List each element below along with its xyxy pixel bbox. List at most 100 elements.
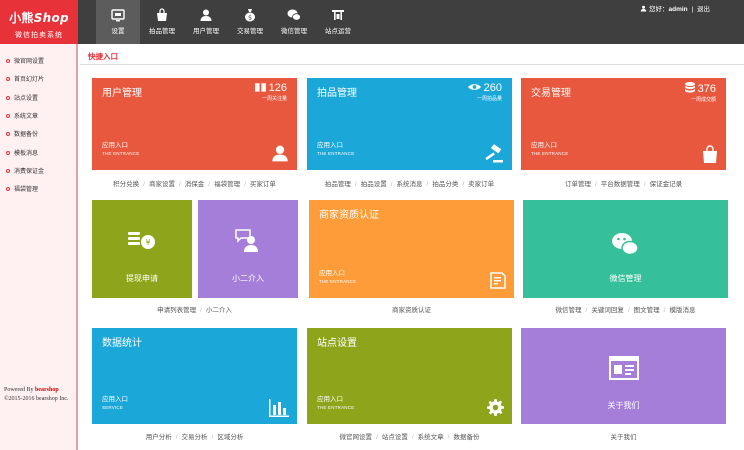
tile-entrance: 应用入口 THE ENTRANCE — [317, 142, 354, 158]
quick-link[interactable]: 消保金 — [185, 181, 205, 188]
quick-link[interactable]: 拍品管理 — [325, 181, 351, 188]
quick-link[interactable]: 订单管理 — [565, 181, 591, 188]
nav-settings[interactable]: 设置 — [96, 0, 140, 44]
sidebar-item-label: 福袋管理 — [14, 187, 39, 193]
tile-agent[interactable]: 小二介入 — [198, 200, 298, 298]
quick-link[interactable]: 关于我们 — [611, 434, 637, 441]
tile-title: 用户管理 — [102, 88, 142, 99]
sidebar-item-slides[interactable]: 首页幻灯片 — [6, 74, 44, 83]
quick-link[interactable]: 站点设置 — [382, 434, 408, 441]
entrance-label-en: THE ENTRANCE — [102, 151, 140, 156]
sidebar-item-backup[interactable]: 数据备份 — [6, 129, 38, 138]
quick-link[interactable]: 微信管理 — [556, 307, 582, 314]
quick-link[interactable]: 图文管理 — [634, 307, 660, 314]
user-bar: 您好：admin | 退出 — [640, 3, 710, 13]
quick-link[interactable]: 交易分析 — [182, 434, 208, 441]
tile-count: 260 一周拍品量 — [467, 82, 502, 102]
entrance-label: 应用入口 — [102, 142, 128, 149]
quick-link[interactable]: 保证金记录 — [650, 181, 683, 188]
quick-link[interactable]: 拍品分类 — [432, 181, 458, 188]
money-bag-icon: $ — [245, 9, 255, 22]
settings-icon — [111, 9, 125, 22]
logo-text-cn: 小熊 — [9, 11, 34, 25]
logo[interactable]: 小熊Shop 微信拍卖系统 — [0, 0, 78, 44]
agent-icon — [235, 229, 258, 252]
circle-icon — [6, 77, 10, 82]
quick-link[interactable]: 数据备份 — [453, 434, 479, 441]
nav-site[interactable]: 站点运营 — [316, 0, 360, 44]
sidebar-item-site-settings[interactable]: 站点设置 — [6, 93, 38, 102]
sidebar-item-deposit[interactable]: 消费保证金 — [6, 166, 44, 175]
nav-label: 站点运营 — [325, 28, 351, 35]
tile-about-us[interactable]: 关于我们 — [521, 328, 726, 424]
tile-count-label: 一周拍品量 — [476, 96, 502, 102]
quick-link[interactable]: 卖家订单 — [468, 181, 494, 188]
eye-icon — [467, 84, 481, 90]
tile-data-stats[interactable]: 数据统计 应用入口 SERVICE — [92, 328, 297, 424]
circle-icon — [6, 151, 10, 156]
logout-link[interactable]: 退出 — [697, 6, 710, 13]
tile-title: 小二介入 — [232, 274, 264, 283]
nav-label: 设置 — [111, 28, 125, 35]
quick-link[interactable]: 模版消息 — [669, 307, 695, 314]
sidebar-item-label: 首页幻灯片 — [14, 77, 45, 83]
quick-link[interactable]: 拍品设置 — [361, 181, 387, 188]
nav-wechat[interactable]: 微信管理 — [272, 0, 316, 44]
bag-icon — [157, 8, 167, 21]
quick-link[interactable]: 商家设置 — [149, 181, 175, 188]
tile-title: 关于我们 — [607, 401, 640, 410]
quick-link[interactable]: 小二介入 — [206, 307, 232, 314]
entrance-label-en: SERVICE — [102, 405, 124, 410]
user-icon — [200, 9, 212, 21]
sidebar-item-articles[interactable]: 系统文章 — [6, 111, 38, 120]
nav-trade[interactable]: $ 交易管理 — [228, 0, 272, 44]
nav-label: 微信管理 — [281, 28, 307, 35]
quick-link[interactable]: 系统消息 — [397, 181, 423, 188]
sidebar-item-label: 数据备份 — [14, 132, 39, 138]
sidebar-item-templates[interactable]: 模板消息 — [6, 148, 38, 157]
tile-trade-management[interactable]: 交易管理 376 一周成交额 应用入口 THE ENTRANCE — [521, 78, 726, 170]
tile-user-management[interactable]: 用户管理 126 一周关注量 应用入口 THE ENTRANCE — [92, 78, 297, 170]
quick-link[interactable]: 申请列表管理 — [157, 307, 196, 314]
tile-site-settings[interactable]: 站点设置 应用入口 THE ENTRANCE — [307, 328, 512, 424]
tile-title: 数据统计 — [102, 338, 142, 349]
separator: | — [691, 6, 694, 13]
quick-link[interactable]: 区域分析 — [217, 434, 243, 441]
sidebar-item-lucky-bag[interactable]: 福袋管理 — [6, 184, 38, 193]
quick-link[interactable]: 用户分析 — [146, 434, 172, 441]
nav-auction[interactable]: 拍品管理 — [140, 0, 184, 44]
quick-link[interactable]: 积分兑换 — [113, 181, 139, 188]
tile-wechat-management[interactable]: 微信管理 — [523, 200, 728, 298]
tile-entrance: 应用入口 THE ENTRANCE — [531, 142, 568, 158]
entrance-label: 应用入口 — [317, 142, 343, 149]
tile-count-label: 一周关注量 — [261, 96, 287, 102]
circle-icon — [6, 187, 10, 192]
footer-powered: Powered By bearshop ©2015-2016 bearshop … — [4, 386, 68, 404]
entrance-label-en: THE ENTRANCE — [317, 151, 355, 156]
quick-link[interactable]: 平台数据管理 — [601, 181, 640, 188]
quick-link[interactable]: 系统文章 — [418, 434, 444, 441]
entrance-label: 应用入口 — [319, 270, 345, 277]
tile-title: 拍品管理 — [317, 88, 357, 99]
tile-title: 商家资质认证 — [319, 210, 379, 221]
copyright: ©2015-2016 bearshop Inc. — [4, 396, 69, 402]
powered-prefix: Powered By — [4, 387, 35, 393]
links-site: 微官网设置 / 站点设置 / 系统文章 / 数据备份 — [339, 434, 480, 441]
quick-link[interactable]: 微官网设置 — [340, 434, 373, 441]
sidebar-item-label: 系统文章 — [14, 114, 39, 120]
coins-icon: ¥ — [128, 232, 155, 249]
tile-withdraw[interactable]: ¥ 提现申请 — [92, 200, 192, 298]
quick-link[interactable]: 关键词回复 — [591, 307, 624, 314]
tile-count-label: 一周成交额 — [690, 97, 716, 103]
nav-users[interactable]: 用户管理 — [184, 0, 228, 44]
page-title: 快捷入口 — [88, 52, 118, 61]
quick-link[interactable]: 商家资质认证 — [392, 307, 431, 314]
tile-count-value: 260 — [483, 82, 502, 94]
sidebar-item-site-home[interactable]: 微官网设置 — [6, 56, 44, 65]
top-header: 小熊Shop 微信拍卖系统 设置 拍品管理 用户管理 $ 交易管理 微信管理 站… — [0, 0, 744, 44]
quick-link[interactable]: 买家订单 — [250, 181, 276, 188]
powered-brand[interactable]: bearshop — [35, 387, 59, 393]
tile-merchant-cert[interactable]: 商家资质认证 应用入口 THE ENTRANCE — [309, 200, 514, 298]
quick-link[interactable]: 福袋管理 — [214, 181, 240, 188]
tile-auction-management[interactable]: 拍品管理 260 一周拍品量 应用入口 THE ENTRANCE — [307, 78, 512, 170]
